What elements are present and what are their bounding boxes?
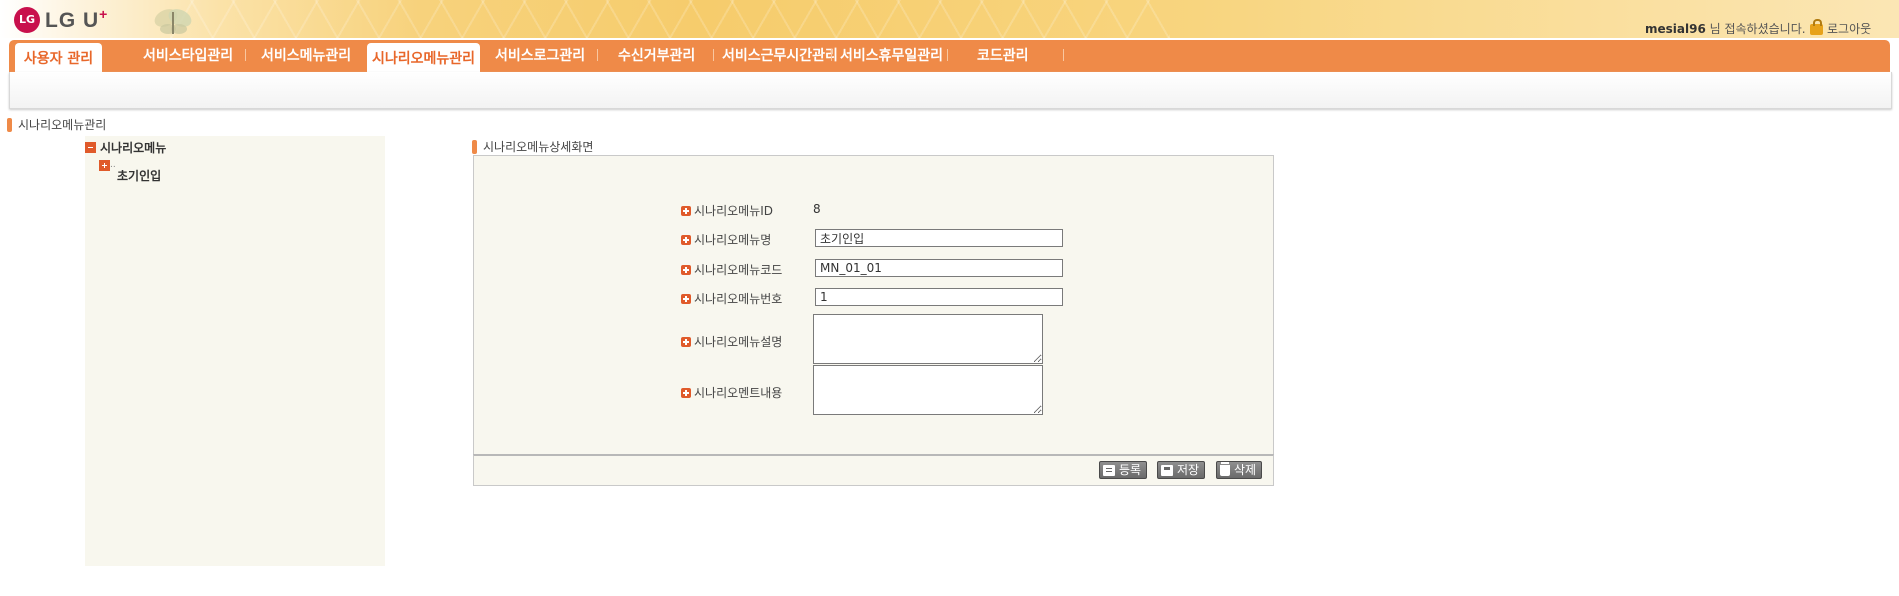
save-button[interactable]: 저장 — [1157, 461, 1206, 479]
detail-title-text: 시나리오메뉴상세화면 — [483, 140, 594, 154]
nav-service-log[interactable]: 서비스로그관리 — [495, 40, 585, 72]
lock-icon — [1810, 19, 1823, 35]
title-marker — [472, 139, 477, 154]
logo-plus: + — [99, 6, 109, 22]
trash-icon — [1220, 461, 1230, 476]
nav-service-type[interactable]: 서비스타입관리 — [143, 40, 233, 72]
sub-menu-bar — [9, 72, 1892, 109]
user-id: mesial96 — [1645, 22, 1706, 36]
tree-child-label[interactable]: 초기인입 — [117, 167, 161, 184]
nav-reject-management[interactable]: 수신거부관리 — [618, 40, 695, 72]
edit-icon — [1103, 464, 1115, 476]
nav-user-management[interactable]: 사용자 관리 — [15, 43, 102, 72]
nav-scenario-menu[interactable]: 시나리오메뉴관리 — [367, 43, 481, 72]
label-text: 시나리오메뉴ID — [694, 204, 774, 218]
main-nav: 사용자 관리 서비스타입관리 서비스메뉴관리 시나리오메뉴관리 서비스로그관리 … — [9, 40, 1890, 74]
plus-icon — [681, 293, 691, 304]
delete-button[interactable]: 삭제 — [1216, 461, 1263, 479]
field-label-ment: 시나리오멘트내용 — [681, 384, 782, 401]
lg-logo-mark: LG — [14, 6, 40, 33]
plus-icon — [681, 205, 691, 216]
logo-text-main: LG U — [45, 9, 100, 32]
nav-divider — [245, 49, 246, 61]
label-text: 시나리오메뉴명 — [694, 233, 772, 247]
user-greeting: mesial96 님 접속하셨습니다. — [1645, 20, 1806, 37]
top-banner: LG LG U+ mesial96 님 접속하셨습니다. 로그아웃 — [0, 0, 1899, 38]
butterfly-decoration — [154, 9, 192, 34]
plus-icon — [681, 387, 691, 398]
field-label-name: 시나리오메뉴명 — [681, 231, 771, 248]
tree-root-label: 시나리오메뉴 — [100, 141, 167, 155]
label-text: 시나리오메뉴설명 — [694, 335, 783, 349]
label-text: 시나리오메뉴번호 — [694, 292, 783, 306]
plus-icon — [681, 234, 691, 245]
scenario-id-value: 8 — [813, 202, 821, 216]
logout-link[interactable]: 로그아웃 — [1810, 19, 1872, 37]
user-greeting-text: 님 접속하셨습니다. — [1705, 22, 1806, 36]
save-label: 저장 — [1177, 463, 1200, 477]
field-label-code: 시나리오메뉴코드 — [681, 261, 782, 278]
floppy-icon — [1161, 464, 1173, 476]
field-label-number: 시나리오메뉴번호 — [681, 290, 782, 307]
page-title: 시나리오메뉴관리 — [7, 116, 106, 133]
collapse-icon[interactable] — [85, 142, 96, 153]
nav-divider — [597, 49, 598, 61]
tree-root[interactable]: 시나리오메뉴 — [85, 139, 166, 156]
title-marker — [7, 117, 12, 132]
scenario-code-input[interactable] — [815, 259, 1063, 277]
logout-label: 로그아웃 — [1827, 22, 1872, 36]
label-text: 시나리오멘트내용 — [694, 386, 783, 400]
field-label-id: 시나리오메뉴ID — [681, 202, 773, 219]
nav-code-management[interactable]: 코드관리 — [977, 40, 1029, 72]
field-label-description: 시나리오메뉴설명 — [681, 333, 782, 350]
nav-divider — [947, 49, 948, 61]
scenario-name-input[interactable] — [815, 229, 1063, 247]
scenario-tree: 시나리오메뉴 .. — [85, 136, 385, 566]
banner-pattern — [170, 0, 1170, 38]
nav-divider — [831, 49, 832, 61]
scenario-description-textarea[interactable] — [813, 314, 1043, 364]
nav-holidays[interactable]: 서비스휴무일관리 — [840, 40, 943, 72]
button-bar — [473, 454, 1274, 486]
scenario-ment-textarea[interactable] — [813, 365, 1043, 415]
tree-connector: .. — [110, 160, 116, 170]
scenario-number-input[interactable] — [815, 288, 1063, 306]
register-button[interactable]: 등록 — [1099, 461, 1148, 479]
nav-divider — [1063, 49, 1064, 61]
page-title-text: 시나리오메뉴관리 — [18, 118, 107, 132]
label-text: 시나리오메뉴코드 — [694, 263, 783, 277]
detail-title: 시나리오메뉴상세화면 — [472, 138, 593, 155]
delete-label: 삭제 — [1234, 463, 1257, 477]
expand-icon[interactable] — [99, 160, 110, 171]
nav-divider — [713, 49, 714, 61]
plus-icon — [681, 336, 691, 347]
plus-icon — [681, 264, 691, 275]
register-label: 등록 — [1119, 463, 1142, 477]
lgu-logo: LG LG U+ — [14, 6, 108, 33]
logo-text: LG U+ — [45, 6, 108, 33]
nav-service-menu[interactable]: 서비스메뉴관리 — [261, 40, 351, 72]
nav-working-hours[interactable]: 서비스근무시간관리 — [722, 40, 838, 72]
